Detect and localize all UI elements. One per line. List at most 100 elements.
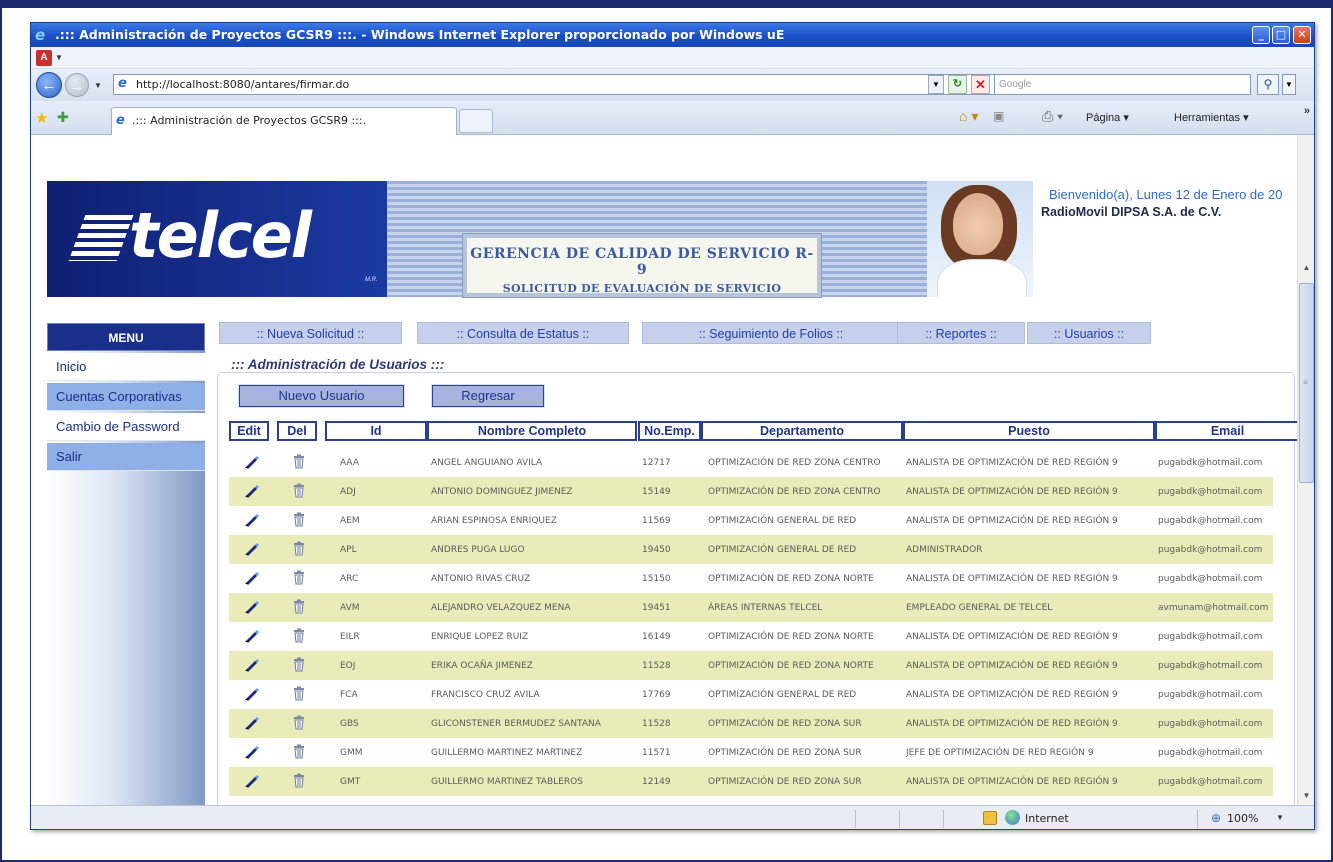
table-cell-puesto: ANALISTA DE OPTIMIZACIÓN DE RED REGIÓN 9 [906,767,1146,796]
protected-mode-icon[interactable] [983,811,997,825]
table-cell-name: GUILLERMO MARTINEZ TABLEROS [431,767,636,796]
address-dropdown-button[interactable]: ▼ [928,75,944,94]
chevron-down-icon[interactable]: ▼ [94,81,102,90]
trash-icon[interactable] [293,454,305,469]
menu-item-cuentas-corporativas[interactable]: Cuentas Corporativas [47,383,205,411]
menu-item-salir[interactable]: Salir [47,443,205,471]
table-cell-puesto: ANALISTA DE OPTIMIZACIÓN DE RED REGIÓN 9 [906,651,1146,680]
scrollbar-thumb[interactable]: ≡ [1299,283,1314,483]
column-header-noemp: No.Emp. [638,421,701,441]
print-icon[interactable]: ⎙ ▾ [1042,108,1063,125]
forward-button[interactable]: → [65,73,89,97]
trash-icon[interactable] [293,541,305,556]
search-input[interactable]: Google [994,74,1251,95]
window-titlebar[interactable]: e .::: Administración de Proyectos GCSR9… [31,23,1314,47]
pdf-toolbar: A ▼ [31,47,1314,69]
security-zone[interactable]: Internet [1025,812,1069,825]
cell-text: pugabdk@hotmail.com [1158,660,1263,671]
nav-nueva-solicitud[interactable]: :: Nueva Solicitud :: [219,322,402,344]
menu-item-inicio[interactable]: Inicio [47,353,205,381]
cell-text: ANALISTA DE OPTIMIZACIÓN DE RED REGIÓN 9 [906,718,1118,729]
cell-text: OPTIMIZACIÓN DE RED ZONA CENTRO [708,457,881,468]
back-page-button[interactable]: Regresar [431,384,545,408]
trash-icon[interactable] [293,686,305,701]
table-row: ARC ANTONIO RIVAS CRUZ 15150 OPTIMIZACIÓN D… [229,564,1273,593]
cell-text: ERIKA OCAÑA JIMENEZ [431,660,533,671]
pencil-icon[interactable] [243,484,259,498]
pencil-icon[interactable] [243,571,259,585]
stop-button[interactable]: ✕ [971,75,990,94]
trash-icon[interactable] [293,570,305,585]
cell-text: OPTIMIZACIÓN DE RED ZONA NORTE [708,631,874,642]
cell-text: GMM [340,747,363,758]
chevron-down-icon[interactable]: ▼ [55,53,63,62]
nav-consulta-estatus[interactable]: :: Consulta de Estatus :: [417,322,629,344]
column-header-nombre: Nombre Completo [427,421,637,441]
search-button[interactable]: ⚲ [1257,74,1279,95]
zoom-level[interactable]: 100% [1227,812,1258,825]
company-name: RadioMovil DIPSA S.A. de C.V. [1041,205,1222,219]
tab-active[interactable]: e .::: Administración de Proyectos GCSR9… [111,107,457,135]
favorites-star-icon[interactable]: ★ [35,109,48,127]
logo-mark: M.R. [365,277,378,283]
refresh-button[interactable]: ↻ [948,75,967,94]
table-cell-puesto: ANALISTA DE OPTIMIZACIÓN DE RED REGIÓN 9 [906,709,1146,738]
pencil-icon[interactable] [243,716,259,730]
pencil-icon[interactable] [243,687,259,701]
tools-menu[interactable]: Herramientas ▾ [1174,111,1249,124]
add-favorite-icon[interactable]: ✚ [57,109,69,126]
minimize-button[interactable]: _ [1252,26,1270,44]
trash-icon[interactable] [293,657,305,672]
table-cell-emp: 19451 [642,593,697,622]
pencil-icon[interactable] [243,600,259,614]
close-button[interactable]: ✕ [1293,26,1311,44]
feeds-icon[interactable]: ▣ [993,109,1004,123]
pencil-icon[interactable] [243,513,259,527]
page-menu[interactable]: Página ▾ [1086,111,1129,124]
scroll-down-arrow-icon[interactable]: ▼ [1299,789,1314,803]
vertical-scrollbar[interactable]: ▲ ≡ ▼ [1297,135,1314,805]
table-cell-dept: OPTIMIZACIÓN DE RED ZONA NORTE [708,564,898,593]
trash-icon[interactable] [293,773,305,788]
pencil-icon[interactable] [243,542,259,556]
home-icon[interactable]: ⌂ ▾ [959,108,978,125]
trash-icon[interactable] [293,744,305,759]
table-cell-email: pugabdk@hotmail.com [1158,622,1298,651]
pencil-icon[interactable] [243,658,259,672]
table-cell-emp: 11571 [642,738,697,767]
pencil-icon[interactable] [243,745,259,759]
table-cell-dept: OPTIMIZACIÓN DE RED ZONA NORTE [708,651,898,680]
table-cell-emp: 17769 [642,680,697,709]
cell-text: JEFE DE OPTIMIZACIÓN DE RED REGIÓN 9 [906,747,1094,758]
pencil-icon[interactable] [243,629,259,643]
menu-item-cambio-password[interactable]: Cambio de Password [47,413,205,441]
trash-icon[interactable] [293,512,305,527]
cell-text: ANALISTA DE OPTIMIZACIÓN DE RED REGIÓN 9 [906,660,1118,671]
cell-text: pugabdk@hotmail.com [1158,718,1263,729]
maximize-button[interactable]: □ [1272,26,1290,44]
new-tab-button[interactable] [459,109,493,133]
cell-text: APL [340,544,357,555]
nav-usuarios[interactable]: :: Usuarios :: [1027,322,1151,344]
zoom-icon[interactable]: ⊕ [1211,811,1221,825]
scroll-up-arrow-icon[interactable]: ▲ [1299,261,1314,275]
trash-icon[interactable] [293,483,305,498]
nav-reportes[interactable]: :: Reportes :: [897,322,1025,344]
address-bar[interactable]: e http://localhost:8080/antares/firmar.d… [113,74,1005,95]
nav-seguimiento-folios[interactable]: :: Seguimiento de Folios :: [642,322,900,344]
new-user-button[interactable]: Nuevo Usuario [238,384,405,408]
table-cell-id: GBS [340,709,400,738]
back-button[interactable]: ← [36,72,62,98]
trash-icon[interactable] [293,715,305,730]
status-divider [899,810,900,828]
pencil-icon[interactable] [243,455,259,469]
chevron-down-icon[interactable]: ▼ [1276,813,1284,822]
pdf-icon[interactable]: A [36,50,52,66]
search-options-button[interactable]: ▼ [1282,74,1296,95]
trash-icon[interactable] [293,628,305,643]
status-divider [855,810,856,828]
pencil-icon[interactable] [243,774,259,788]
more-commands-button[interactable]: » [1304,105,1310,117]
trash-icon[interactable] [293,599,305,614]
cell-text: OPTIMIZACIÓN DE RED ZONA NORTE [708,573,874,584]
